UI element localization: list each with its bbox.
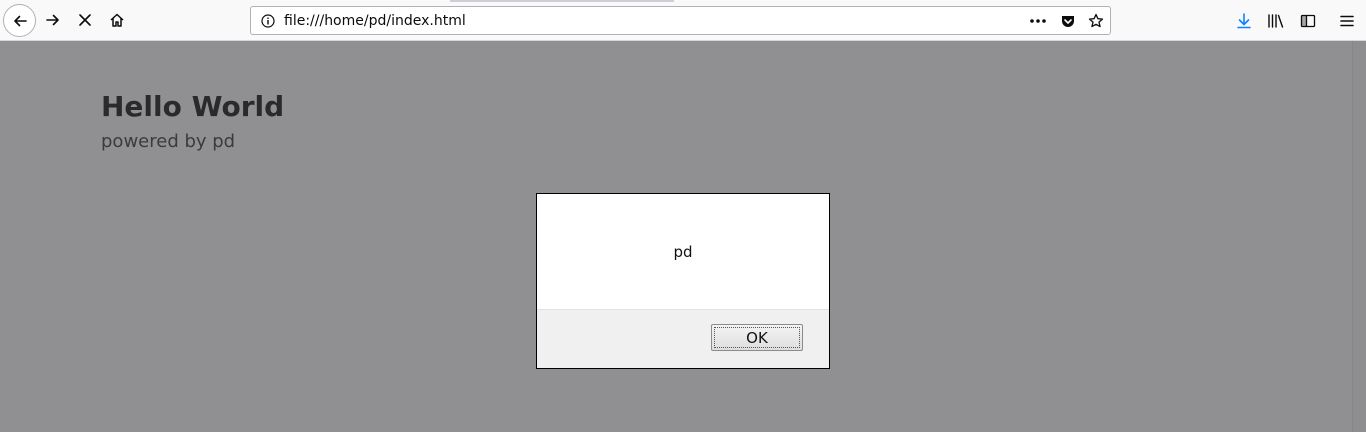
dialog-footer: OK bbox=[537, 309, 829, 368]
dialog-body: pd bbox=[537, 194, 829, 309]
scrollbar[interactable] bbox=[1352, 41, 1366, 432]
back-arrow-icon bbox=[13, 15, 27, 26]
back-button[interactable] bbox=[3, 4, 36, 37]
tab-strip-edge bbox=[450, 0, 674, 2]
dialog-message: pd bbox=[673, 242, 693, 261]
more-actions-icon[interactable] bbox=[1029, 12, 1047, 30]
info-icon[interactable] bbox=[260, 13, 276, 29]
forward-button[interactable] bbox=[38, 5, 68, 35]
url-text[interactable]: file:///home/pd/index.html bbox=[284, 13, 466, 29]
home-button[interactable] bbox=[102, 5, 132, 35]
page-content: Hello World powered by pd pd OK bbox=[0, 41, 1366, 432]
stop-button[interactable] bbox=[70, 5, 100, 35]
stop-icon bbox=[79, 14, 91, 26]
focus-ring bbox=[714, 327, 800, 348]
browser-toolbar: file:///home/pd/index.html bbox=[0, 0, 1366, 41]
hamburger-menu-icon[interactable] bbox=[1337, 11, 1357, 31]
library-icon[interactable] bbox=[1266, 11, 1286, 31]
star-icon[interactable] bbox=[1087, 12, 1105, 30]
download-icon[interactable] bbox=[1234, 11, 1254, 31]
address-bar[interactable]: file:///home/pd/index.html bbox=[250, 6, 1111, 35]
ok-button[interactable]: OK bbox=[711, 324, 803, 351]
sidebar-icon[interactable] bbox=[1298, 11, 1318, 31]
home-icon bbox=[110, 13, 124, 27]
alert-dialog: pd OK bbox=[536, 193, 830, 369]
forward-arrow-icon bbox=[46, 14, 59, 26]
pocket-icon[interactable] bbox=[1059, 12, 1077, 30]
